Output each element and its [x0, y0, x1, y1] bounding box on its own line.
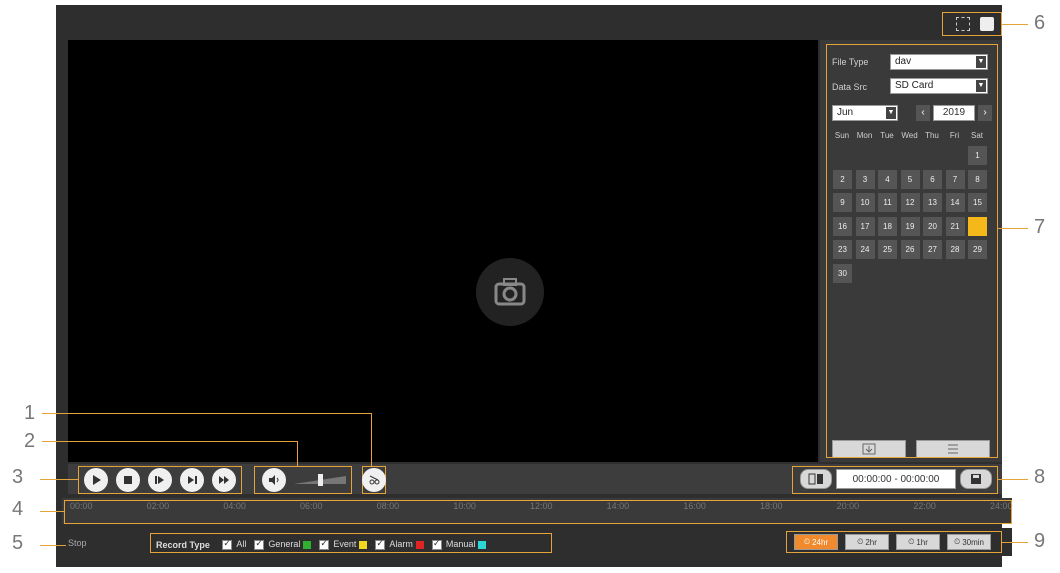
prev-frame-icon — [155, 476, 164, 484]
record-type-color-swatch — [415, 541, 424, 550]
callout-line-7 — [998, 228, 1028, 229]
record-type-checkbox[interactable] — [431, 538, 442, 551]
record-type-label-text: Alarm — [389, 539, 413, 550]
stop-icon — [124, 476, 132, 484]
callout-9: 9 — [1034, 530, 1046, 552]
camera-placeholder-icon — [476, 258, 544, 326]
clock-icon: ⏲ — [908, 537, 915, 546]
callout-line-1v — [371, 413, 372, 467]
callout-2: 2 — [24, 430, 36, 452]
zoom-button[interactable]: ⏲ 30min — [947, 534, 991, 550]
record-type-label-text: Event — [333, 539, 357, 550]
volume-icon — [269, 475, 279, 485]
volume-slider-handle — [318, 474, 323, 486]
record-type-row: Record Type All General Event Alarm Manual — [156, 536, 494, 554]
next-frame-button[interactable] — [180, 468, 204, 492]
next-frame-icon — [188, 476, 197, 484]
record-type-label-text: All — [236, 539, 247, 550]
snapshot-icon — [808, 473, 823, 485]
snapshot-button[interactable] — [800, 469, 832, 489]
callout-line-9 — [1002, 542, 1028, 543]
record-type-color-swatch — [478, 541, 487, 550]
volume-button[interactable] — [262, 468, 286, 492]
fast-forward-button[interactable] — [212, 468, 236, 492]
volume-slider[interactable] — [292, 470, 348, 490]
zoom-button[interactable]: ⏲ 1hr — [896, 534, 940, 550]
clock-icon: ⏲ — [803, 537, 811, 546]
callout-5: 5 — [12, 532, 24, 554]
play-status: Stop — [68, 538, 87, 548]
callout-8: 8 — [1034, 466, 1046, 488]
clock-icon: ⏲ — [953, 537, 961, 546]
callout-6: 6 — [1034, 12, 1046, 34]
record-type-option[interactable]: Alarm — [375, 538, 424, 551]
callout-line-4 — [40, 511, 64, 512]
clip-button[interactable] — [362, 468, 386, 492]
record-type-option[interactable]: Event — [319, 538, 368, 551]
clock-icon: ⏲ — [857, 537, 864, 546]
save-clip-button[interactable] — [960, 469, 992, 489]
record-type-label-text: Manual — [445, 539, 476, 550]
record-type-checkbox[interactable] — [222, 538, 233, 551]
callout-line-6 — [1002, 24, 1028, 25]
record-type-checkbox[interactable] — [375, 538, 386, 551]
clip-icon — [369, 475, 380, 485]
record-type-option[interactable]: General — [254, 538, 312, 551]
callout-1: 1 — [24, 402, 36, 424]
zoom-button-label: 1hr — [916, 537, 928, 547]
zoom-button-label: 2hr — [865, 537, 877, 547]
callout-line-2 — [42, 441, 298, 442]
callout-line-2v — [297, 441, 298, 467]
zoom-button-label: 24hr — [812, 537, 829, 547]
callout-line-5 — [40, 545, 66, 546]
video-area[interactable] — [68, 40, 818, 462]
fullscreen-settings-icon[interactable] — [956, 17, 970, 31]
record-type-option[interactable]: Manual — [431, 538, 487, 551]
zoom-button[interactable]: ⏲ 24hr — [794, 534, 838, 550]
record-type-color-swatch — [359, 541, 368, 550]
record-type-label: Record Type — [156, 539, 210, 550]
record-type-checkbox[interactable] — [319, 538, 330, 551]
callout-line-1 — [42, 413, 372, 414]
screen-toggle-icon[interactable] — [980, 17, 994, 31]
record-type-color-swatch — [303, 541, 312, 550]
prev-frame-button[interactable] — [148, 468, 172, 492]
stop-button[interactable] — [116, 468, 140, 492]
search-panel-outline — [826, 44, 998, 458]
callout-line-8 — [998, 479, 1028, 480]
record-type-option[interactable]: All — [222, 538, 247, 551]
zoom-button[interactable]: ⏲ 2hr — [845, 534, 889, 550]
timeline-outline — [64, 500, 1012, 524]
clip-time-range: 00:00:00 - 00:00:00 — [836, 469, 956, 489]
callout-line-3 — [40, 479, 78, 480]
record-type-label-text: General — [268, 539, 301, 550]
fast-forward-icon — [219, 476, 229, 484]
zoom-button-label: 30min — [962, 537, 985, 547]
callout-7: 7 — [1034, 216, 1046, 238]
play-icon — [93, 475, 101, 485]
play-button[interactable] — [84, 468, 108, 492]
callout-3: 3 — [12, 466, 24, 488]
callout-4: 4 — [12, 498, 24, 520]
save-icon — [971, 474, 981, 484]
record-type-checkbox[interactable] — [254, 538, 265, 551]
